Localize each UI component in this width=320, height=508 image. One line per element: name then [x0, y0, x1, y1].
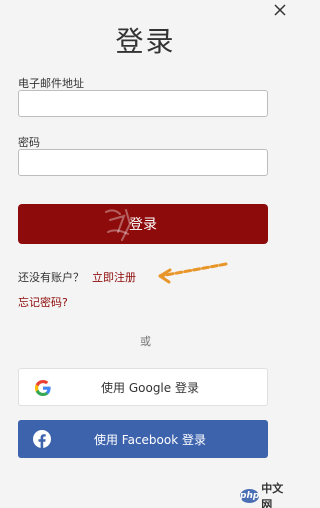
no-account-text: 还没有账户？	[18, 271, 84, 284]
facebook-login-button[interactable]: 使用 Facebook 登录	[18, 420, 268, 458]
password-label: 密码	[18, 136, 40, 149]
password-field[interactable]	[18, 149, 268, 176]
login-button[interactable]: 登录	[18, 204, 268, 244]
facebook-icon	[33, 430, 51, 448]
close-icon	[274, 4, 286, 16]
site-logo: php 中文网	[240, 482, 290, 508]
logo-badge: php	[240, 489, 260, 503]
login-button-label: 登录	[129, 217, 157, 233]
facebook-login-label: 使用 Facebook 登录	[93, 432, 206, 447]
annotation-arrow	[158, 262, 228, 284]
email-field[interactable]	[18, 90, 268, 117]
forgot-password-link[interactable]: 忘记密码?	[18, 294, 68, 310]
divider-or: 或	[140, 335, 151, 348]
google-login-button[interactable]: 使用 Google 登录	[18, 368, 268, 406]
logo-text: 中文网	[261, 482, 284, 508]
email-label: 电子邮件地址	[18, 77, 84, 90]
register-link[interactable]: 立即注册	[92, 269, 136, 285]
page-title: 登录	[115, 25, 176, 58]
close-button[interactable]	[270, 0, 290, 20]
google-icon	[35, 380, 51, 396]
google-login-label: 使用 Google 登录	[101, 380, 199, 395]
